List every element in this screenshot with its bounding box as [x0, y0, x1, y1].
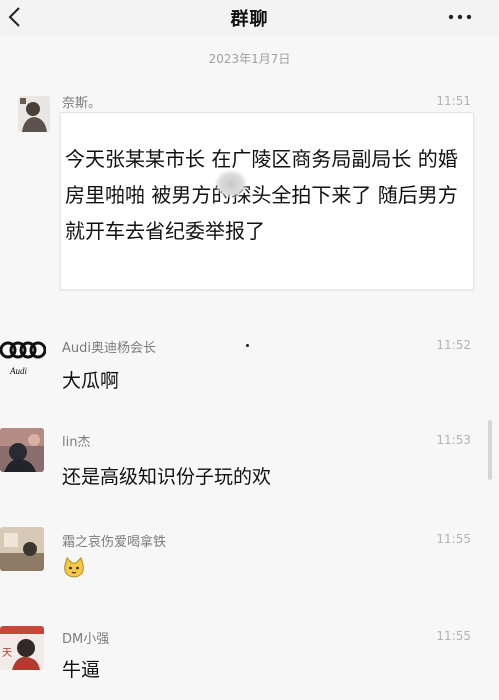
room-photo-icon: [0, 527, 44, 571]
message-bubble[interactable]: 今天张某某市长 在广陵区商务局副局长 的婚房里啪啪 被男方的探头全拍下来了 随后…: [60, 112, 474, 290]
message-time: 11:51: [436, 94, 471, 108]
chat-header: 群聊: [0, 0, 499, 36]
person-photo-icon: [0, 428, 44, 472]
message-text: 牛逼: [62, 659, 101, 681]
message-text: 今天张某某市长 在广陵区商务局副局长 的婚房里啪啪 被男方的探头全拍下来了 随后…: [65, 147, 458, 243]
person-red-icon: 天: [0, 626, 44, 670]
person-photo-icon: [18, 96, 50, 132]
cat-face-sticker-icon[interactable]: [62, 556, 86, 580]
avatar[interactable]: [0, 428, 44, 472]
page-title: 群聊: [230, 9, 269, 30]
message-time: 11:55: [436, 629, 471, 643]
sender-name: 霜之哀伤爱喝拿铁: [62, 535, 167, 550]
sender-name: 奈斯。: [62, 96, 102, 111]
svg-text:Audi: Audi: [9, 366, 27, 376]
avatar[interactable]: Audi: [0, 336, 46, 380]
avatar[interactable]: [18, 96, 50, 132]
message-time: 11:52: [436, 338, 471, 352]
audi-logo-icon: Audi: [0, 341, 46, 376]
more-options-icon[interactable]: [448, 13, 472, 21]
message-text: 还是高级知识份子玩的欢: [62, 466, 272, 488]
sender-name: lin杰: [62, 435, 91, 450]
sender-name: DM小强: [62, 632, 110, 647]
message-time: 11:55: [436, 532, 471, 546]
avatar[interactable]: 天: [0, 626, 44, 670]
message-text: 大瓜啊: [62, 370, 120, 392]
message-time: 11:53: [436, 433, 471, 447]
date-divider: 2023年1月7日: [208, 52, 291, 66]
dot-mark: [246, 344, 249, 347]
avatar[interactable]: [0, 527, 44, 571]
scrollbar[interactable]: [488, 420, 492, 480]
blur-mask: [215, 170, 247, 198]
svg-text:天: 天: [2, 648, 12, 659]
sender-name: Audi奥迪杨会长: [62, 341, 156, 356]
